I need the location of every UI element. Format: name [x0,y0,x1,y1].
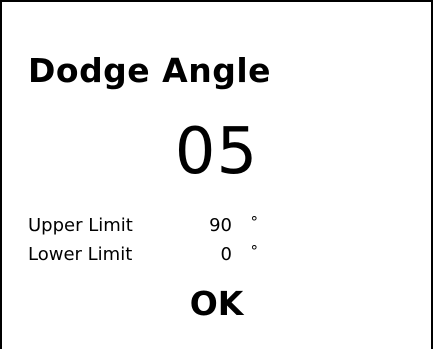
lower-limit-label: Lower Limit [28,244,133,265]
angle-value-display[interactable]: 05 [2,120,431,184]
settings-screen: Dodge Angle 05 Upper Limit 90 ° Lower Li… [0,0,433,349]
lower-limit-value: 0 [220,244,232,265]
lower-limit-degree-unit: ° [250,242,259,260]
upper-limit-label: Upper Limit [28,215,133,236]
upper-limit-degree-unit: ° [250,213,259,231]
ok-button[interactable]: OK [2,287,431,320]
screen-title: Dodge Angle [28,51,272,90]
upper-limit-value: 90 [209,215,232,236]
